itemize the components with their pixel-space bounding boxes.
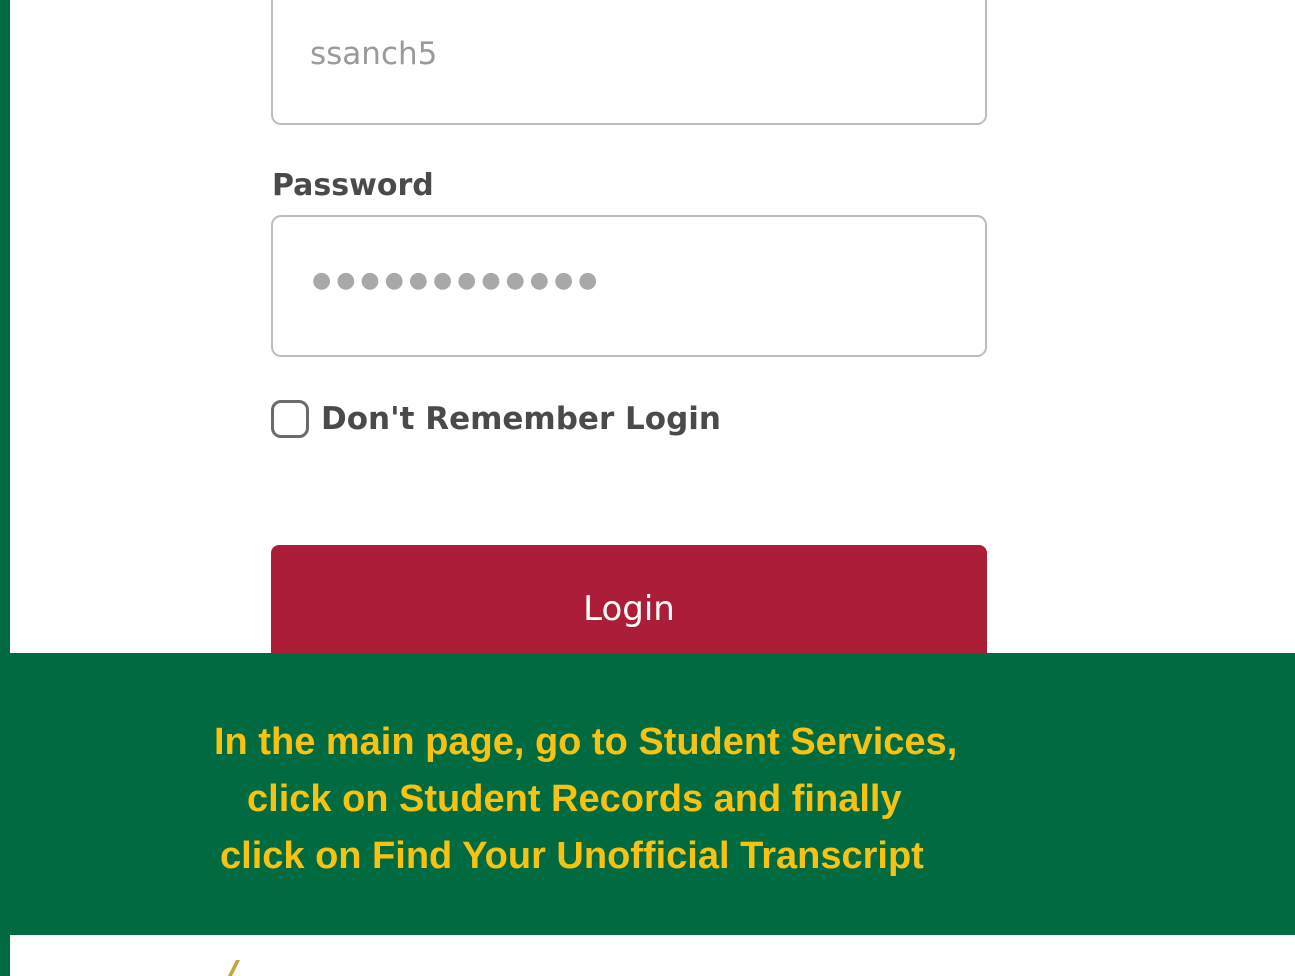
remember-login-label: Don't Remember Login [321, 401, 721, 437]
instruction-line-1: In the main page, go to Student Services… [214, 721, 958, 763]
password-label: Password [272, 168, 434, 203]
screenshot-frame: ssanch5 Password ●●●●●●●●●●●● Don't Reme… [0, 0, 1295, 976]
bottom-strip [10, 935, 1295, 976]
remember-login-checkbox[interactable] [271, 400, 309, 438]
instruction-line-2: click on Student Records and finally [247, 778, 902, 820]
remember-login-row[interactable]: Don't Remember Login [271, 394, 721, 444]
username-value: ssanch5 [310, 36, 438, 72]
instruction-line-3: click on Find Your Unofficial Transcript [220, 835, 924, 877]
logo-fragment-icon [228, 960, 240, 976]
password-mask: ●●●●●●●●●●●● [312, 268, 603, 293]
